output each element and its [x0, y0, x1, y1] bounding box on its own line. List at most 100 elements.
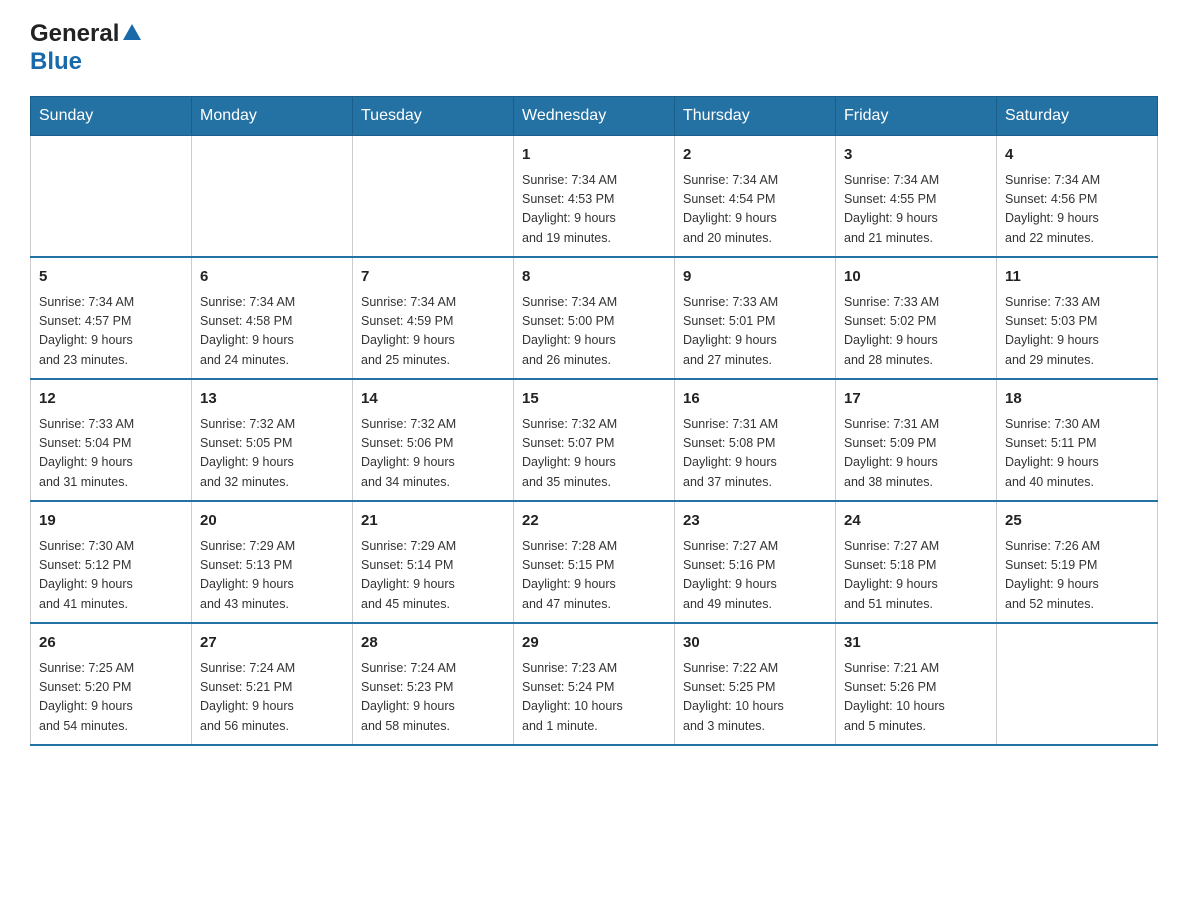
- day-info: Sunrise: 7:31 AM Sunset: 5:08 PM Dayligh…: [683, 415, 827, 493]
- logo-general-text: General: [30, 20, 119, 48]
- day-info: Sunrise: 7:32 AM Sunset: 5:06 PM Dayligh…: [361, 415, 505, 493]
- day-number: 26: [39, 632, 183, 655]
- day-number: 15: [522, 388, 666, 411]
- day-info: Sunrise: 7:34 AM Sunset: 4:59 PM Dayligh…: [361, 293, 505, 371]
- calendar-cell: 27 Sunrise: 7:24 AM Sunset: 5:21 PM Dayli…: [192, 623, 353, 745]
- calendar-cell: 13Sunrise: 7:32 AM Sunset: 5:05 PM Dayli…: [192, 379, 353, 501]
- day-number: 21: [361, 510, 505, 533]
- day-number: 22: [522, 510, 666, 533]
- page-header: General Blue: [30, 20, 1158, 76]
- day-number: 4: [1005, 144, 1149, 167]
- calendar-cell: 30 Sunrise: 7:22 AM Sunset: 5:25 PM Dayli…: [675, 623, 836, 745]
- calendar-cell: [353, 136, 514, 258]
- day-info: Sunrise: 7:25 AM Sunset: 5:20 PM Dayligh…: [39, 659, 183, 737]
- day-number: 20: [200, 510, 344, 533]
- calendar-cell: 20 Sunrise: 7:29 AM Sunset: 5:13 PM Dayli…: [192, 501, 353, 623]
- day-info: Sunrise: 7:24 AM Sunset: 5:21 PM Dayligh…: [200, 659, 344, 737]
- calendar-week-row: 1Sunrise: 7:34 AM Sunset: 4:53 PM Daylig…: [31, 136, 1158, 258]
- day-number: 8: [522, 266, 666, 289]
- logo: General Blue: [30, 20, 141, 76]
- day-info: Sunrise: 7:34 AM Sunset: 5:00 PM Dayligh…: [522, 293, 666, 371]
- day-info: Sunrise: 7:34 AM Sunset: 4:57 PM Dayligh…: [39, 293, 183, 371]
- calendar-cell: 29 Sunrise: 7:23 AM Sunset: 5:24 PM Dayli…: [514, 623, 675, 745]
- day-number: 9: [683, 266, 827, 289]
- calendar-cell: 19 Sunrise: 7:30 AM Sunset: 5:12 PM Dayli…: [31, 501, 192, 623]
- calendar-cell: 14 Sunrise: 7:32 AM Sunset: 5:06 PM Dayli…: [353, 379, 514, 501]
- day-number: 16: [683, 388, 827, 411]
- calendar-cell: 1Sunrise: 7:34 AM Sunset: 4:53 PM Daylig…: [514, 136, 675, 258]
- day-number: 12: [39, 388, 183, 411]
- calendar-cell: 25 Sunrise: 7:26 AM Sunset: 5:19 PM Dayli…: [997, 501, 1158, 623]
- day-info: Sunrise: 7:34 AM Sunset: 4:55 PM Dayligh…: [844, 171, 988, 249]
- calendar-cell: [31, 136, 192, 258]
- day-info: Sunrise: 7:30 AM Sunset: 5:12 PM Dayligh…: [39, 537, 183, 615]
- day-number: 3: [844, 144, 988, 167]
- calendar-cell: 31Sunrise: 7:21 AM Sunset: 5:26 PM Dayli…: [836, 623, 997, 745]
- day-info: Sunrise: 7:33 AM Sunset: 5:04 PM Dayligh…: [39, 415, 183, 493]
- calendar-cell: 3 Sunrise: 7:34 AM Sunset: 4:55 PM Daylig…: [836, 136, 997, 258]
- calendar-header-friday: Friday: [836, 97, 997, 136]
- calendar-cell: 5 Sunrise: 7:34 AM Sunset: 4:57 PM Daylig…: [31, 257, 192, 379]
- day-info: Sunrise: 7:23 AM Sunset: 5:24 PM Dayligh…: [522, 659, 666, 737]
- calendar-cell: 8 Sunrise: 7:34 AM Sunset: 5:00 PM Daylig…: [514, 257, 675, 379]
- calendar-cell: 15 Sunrise: 7:32 AM Sunset: 5:07 PM Dayli…: [514, 379, 675, 501]
- day-info: Sunrise: 7:33 AM Sunset: 5:01 PM Dayligh…: [683, 293, 827, 371]
- day-info: Sunrise: 7:28 AM Sunset: 5:15 PM Dayligh…: [522, 537, 666, 615]
- calendar-cell: 4 Sunrise: 7:34 AM Sunset: 4:56 PM Daylig…: [997, 136, 1158, 258]
- calendar-header-wednesday: Wednesday: [514, 97, 675, 136]
- calendar-header-thursday: Thursday: [675, 97, 836, 136]
- calendar-cell: 9 Sunrise: 7:33 AM Sunset: 5:01 PM Daylig…: [675, 257, 836, 379]
- day-info: Sunrise: 7:33 AM Sunset: 5:03 PM Dayligh…: [1005, 293, 1149, 371]
- day-number: 24: [844, 510, 988, 533]
- day-info: Sunrise: 7:32 AM Sunset: 5:07 PM Dayligh…: [522, 415, 666, 493]
- calendar-cell: 6Sunrise: 7:34 AM Sunset: 4:58 PM Daylig…: [192, 257, 353, 379]
- day-number: 2: [683, 144, 827, 167]
- day-info: Sunrise: 7:27 AM Sunset: 5:18 PM Dayligh…: [844, 537, 988, 615]
- day-number: 29: [522, 632, 666, 655]
- calendar-cell: 18Sunrise: 7:30 AM Sunset: 5:11 PM Dayli…: [997, 379, 1158, 501]
- calendar-cell: 21Sunrise: 7:29 AM Sunset: 5:14 PM Dayli…: [353, 501, 514, 623]
- day-number: 10: [844, 266, 988, 289]
- day-info: Sunrise: 7:31 AM Sunset: 5:09 PM Dayligh…: [844, 415, 988, 493]
- calendar-cell: 23Sunrise: 7:27 AM Sunset: 5:16 PM Dayli…: [675, 501, 836, 623]
- day-number: 27: [200, 632, 344, 655]
- day-info: Sunrise: 7:33 AM Sunset: 5:02 PM Dayligh…: [844, 293, 988, 371]
- day-number: 6: [200, 266, 344, 289]
- day-number: 30: [683, 632, 827, 655]
- calendar-cell: 2 Sunrise: 7:34 AM Sunset: 4:54 PM Daylig…: [675, 136, 836, 258]
- day-number: 17: [844, 388, 988, 411]
- day-number: 28: [361, 632, 505, 655]
- day-info: Sunrise: 7:29 AM Sunset: 5:13 PM Dayligh…: [200, 537, 344, 615]
- calendar-cell: 12 Sunrise: 7:33 AM Sunset: 5:04 PM Dayli…: [31, 379, 192, 501]
- day-number: 5: [39, 266, 183, 289]
- calendar-cell: 7Sunrise: 7:34 AM Sunset: 4:59 PM Daylig…: [353, 257, 514, 379]
- calendar-week-row: 12 Sunrise: 7:33 AM Sunset: 5:04 PM Dayli…: [31, 379, 1158, 501]
- calendar-cell: [192, 136, 353, 258]
- day-info: Sunrise: 7:24 AM Sunset: 5:23 PM Dayligh…: [361, 659, 505, 737]
- calendar-week-row: 19 Sunrise: 7:30 AM Sunset: 5:12 PM Dayli…: [31, 501, 1158, 623]
- calendar-table: SundayMondayTuesdayWednesdayThursdayFrid…: [30, 96, 1158, 746]
- day-number: 31: [844, 632, 988, 655]
- day-info: Sunrise: 7:26 AM Sunset: 5:19 PM Dayligh…: [1005, 537, 1149, 615]
- day-info: Sunrise: 7:22 AM Sunset: 5:25 PM Dayligh…: [683, 659, 827, 737]
- day-info: Sunrise: 7:34 AM Sunset: 4:54 PM Dayligh…: [683, 171, 827, 249]
- day-number: 18: [1005, 388, 1149, 411]
- calendar-week-row: 26 Sunrise: 7:25 AM Sunset: 5:20 PM Dayli…: [31, 623, 1158, 745]
- calendar-cell: 16 Sunrise: 7:31 AM Sunset: 5:08 PM Dayli…: [675, 379, 836, 501]
- day-number: 23: [683, 510, 827, 533]
- calendar-header-sunday: Sunday: [31, 97, 192, 136]
- calendar-week-row: 5 Sunrise: 7:34 AM Sunset: 4:57 PM Daylig…: [31, 257, 1158, 379]
- day-info: Sunrise: 7:34 AM Sunset: 4:56 PM Dayligh…: [1005, 171, 1149, 249]
- calendar-cell: [997, 623, 1158, 745]
- day-number: 11: [1005, 266, 1149, 289]
- day-number: 13: [200, 388, 344, 411]
- calendar-cell: 26 Sunrise: 7:25 AM Sunset: 5:20 PM Dayli…: [31, 623, 192, 745]
- calendar-cell: 11 Sunrise: 7:33 AM Sunset: 5:03 PM Dayli…: [997, 257, 1158, 379]
- day-number: 1: [522, 144, 666, 167]
- calendar-header-saturday: Saturday: [997, 97, 1158, 136]
- day-number: 25: [1005, 510, 1149, 533]
- calendar-header-tuesday: Tuesday: [353, 97, 514, 136]
- day-number: 19: [39, 510, 183, 533]
- day-number: 14: [361, 388, 505, 411]
- calendar-cell: 17 Sunrise: 7:31 AM Sunset: 5:09 PM Dayli…: [836, 379, 997, 501]
